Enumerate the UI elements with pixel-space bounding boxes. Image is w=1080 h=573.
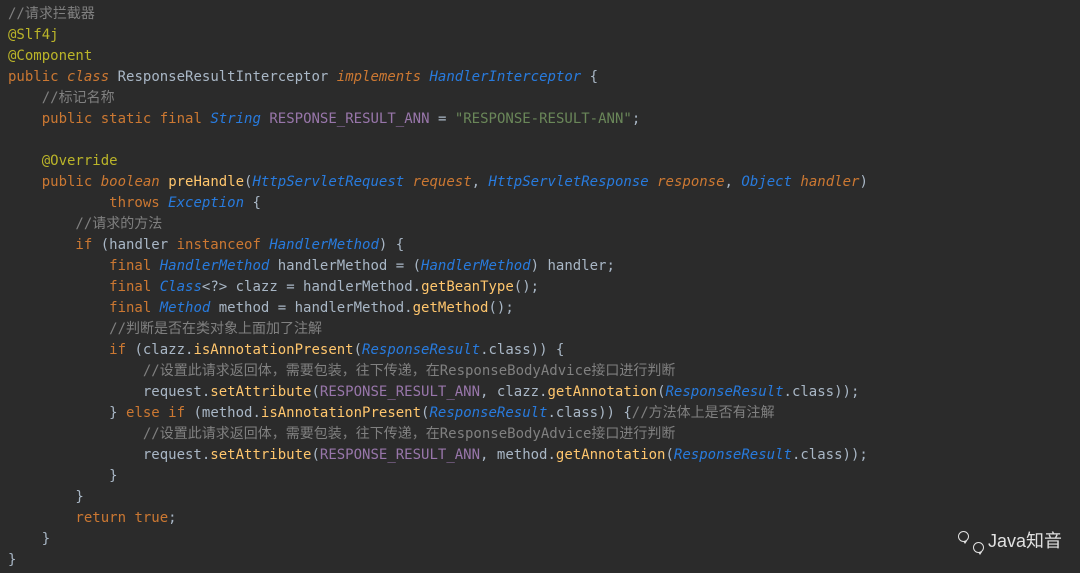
code-line: //请求拦截器: [8, 4, 1072, 25]
code-line: [8, 130, 1072, 151]
code-line: request.setAttribute(RESPONSE_RESULT_ANN…: [8, 445, 1072, 466]
code-line: //设置此请求返回体，需要包装，往下传递，在ResponseBodyAdvice…: [8, 424, 1072, 445]
code-line: final Method method = handlerMethod.getM…: [8, 298, 1072, 319]
code-line: //请求的方法: [8, 214, 1072, 235]
code-line: if (handler instanceof HandlerMethod) {: [8, 235, 1072, 256]
code-line: }: [8, 487, 1072, 508]
code-line: }: [8, 529, 1072, 550]
code-line: @Slf4j: [8, 25, 1072, 46]
code-line: final HandlerMethod handlerMethod = (Han…: [8, 256, 1072, 277]
code-line: //设置此请求返回体，需要包装，往下传递，在ResponseBodyAdvice…: [8, 361, 1072, 382]
code-line: } else if (method.isAnnotationPresent(Re…: [8, 403, 1072, 424]
wechat-icon: [958, 531, 984, 553]
code-line: public static final String RESPONSE_RESU…: [8, 109, 1072, 130]
watermark: Java知音: [958, 528, 1062, 555]
code-line: //判断是否在类对象上面加了注解: [8, 319, 1072, 340]
code-line: //标记名称: [8, 88, 1072, 109]
code-line: return true;: [8, 508, 1072, 529]
code-line: request.setAttribute(RESPONSE_RESULT_ANN…: [8, 382, 1072, 403]
watermark-text: Java知音: [988, 528, 1062, 555]
code-line: }: [8, 550, 1072, 571]
code-line: final Class<?> clazz = handlerMethod.get…: [8, 277, 1072, 298]
code-editor: //请求拦截器 @Slf4j @Component public class R…: [8, 4, 1072, 571]
code-line: }: [8, 466, 1072, 487]
code-line: @Override: [8, 151, 1072, 172]
code-line: public boolean preHandle(HttpServletRequ…: [8, 172, 1072, 193]
code-line: if (clazz.isAnnotationPresent(ResponseRe…: [8, 340, 1072, 361]
code-line: @Component: [8, 46, 1072, 67]
code-line: public class ResponseResultInterceptor i…: [8, 67, 1072, 88]
code-line: throws Exception {: [8, 193, 1072, 214]
